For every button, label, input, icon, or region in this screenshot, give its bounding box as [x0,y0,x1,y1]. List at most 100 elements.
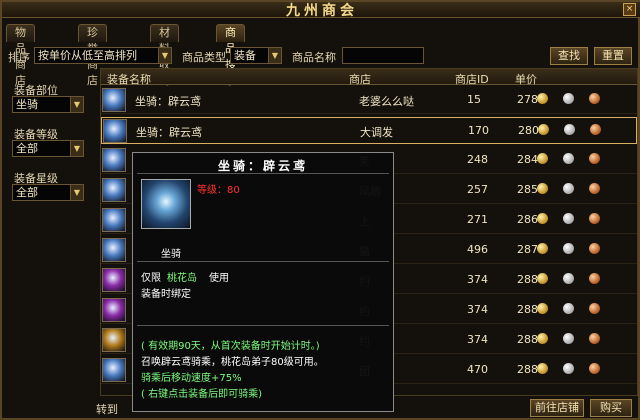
footer-bar: 转到 前往店铺 购买 [8,398,636,418]
item-icon [102,298,126,322]
window-title: 九州商会 [286,3,358,19]
item-icon [102,148,126,172]
type-select[interactable]: 装备 ▼ [230,47,282,64]
tooltip-restrict-suffix: 使用 [209,273,229,284]
tooltip-bind: 装备时绑定 [141,289,191,300]
chevron-down-icon: ▼ [70,141,83,156]
silver-coin-icon [564,124,575,135]
price-gold: 278 [517,93,538,106]
tooltip-speed: 骑乘后移动速度+75% [141,373,242,384]
tab-material-buy[interactable]: 材料收购 [150,24,179,87]
sort-select[interactable]: 按单价从低至高排列 ▼ [34,47,172,64]
copper-coin-icon [589,303,600,314]
close-button[interactable]: × [623,3,636,16]
copper-coin-icon [589,243,600,254]
item-tooltip: 坐骑：辟云鸢 等级：80 坐骑 仅限 桃花岛 使用 装备时绑定 ( 有效期90天… [132,152,394,412]
search-toolbar: 排序 按单价从低至高排列 ▼ 商品类型 装备 ▼ 商品名称 查找 重置 [6,45,638,67]
price-gold: 284 [517,153,538,166]
shop-id: 257 [467,183,488,196]
level-select[interactable]: 全部 ▼ [12,140,84,157]
search-button[interactable]: 查找 [550,47,588,65]
shop-id: 374 [467,273,488,286]
name-label: 商品名称 [292,51,336,64]
tab-treasure-shop[interactable]: 珍誉商店 [78,24,107,87]
item-icon [102,208,126,232]
gold-coin-icon [537,243,548,254]
table-row[interactable]: 坐骑：辟云鸢 老婆么么哒 15 278 [101,87,637,114]
item-icon [102,88,126,112]
shop-id: 496 [467,243,488,256]
copper-coin-icon [589,183,600,194]
gold-coin-icon [537,363,548,374]
chevron-down-icon: ▼ [158,48,171,63]
slot-select[interactable]: 坐骑 ▼ [12,96,84,113]
tooltip-divider [137,325,389,326]
copper-coin-icon [589,213,600,224]
copper-coin-icon [589,363,600,374]
gold-coin-icon [537,213,548,224]
price-gold: 287 [517,243,538,256]
star-select[interactable]: 全部 ▼ [12,184,84,201]
copper-coin-icon [589,273,600,284]
price-gold: 288 [517,333,538,346]
table-row[interactable]: 坐骑：辟云鸢 大调发 170 280 [101,117,637,144]
shop-name: 老婆么么哒 [359,95,414,108]
level-value: 全部 [16,142,38,155]
sort-label: 排序 [8,51,30,64]
sort-value: 按单价从低至高排列 [38,49,137,62]
silver-coin-icon [563,153,574,164]
silver-coin-icon [563,243,574,254]
reset-button[interactable]: 重置 [594,47,632,65]
chevron-down-icon: ▼ [70,97,83,112]
type-value: 装备 [234,49,256,62]
gold-coin-icon [538,124,549,135]
col-name-header: 装备名称 [107,73,151,86]
gold-coin-icon [537,93,548,104]
gold-coin-icon [537,303,548,314]
price-gold: 288 [517,303,538,316]
gold-coin-icon [537,333,548,344]
shop-id: 15 [467,93,481,106]
item-icon [102,238,126,262]
tooltip-validity: ( 有效期90天，从首次装备时开始计时。) [141,341,320,352]
tooltip-type: 坐骑 [161,249,181,260]
goto-label: 转到 [96,403,118,416]
tooltip-level: 等级：80 [197,185,240,196]
price-gold: 288 [517,363,538,376]
copper-coin-icon [589,333,600,344]
price-gold: 288 [517,273,538,286]
item-icon [102,268,126,292]
shop-id: 271 [467,213,488,226]
shop-id: 170 [468,124,489,137]
name-input[interactable] [342,47,424,64]
table-header: 装备名称 商店 商店ID 单价 [101,69,637,86]
col-shop-header: 商店 [349,73,371,86]
silver-coin-icon [563,363,574,374]
col-price-header: 单价 [515,73,537,86]
item-icon [102,328,126,352]
price-gold: 280 [518,124,539,137]
tooltip-restrict-prefix: 仅限 [141,273,161,284]
col-shopid-header: 商店ID [455,73,489,86]
tooltip-divider [137,173,389,174]
item-icon [102,358,126,382]
silver-coin-icon [563,93,574,104]
silver-coin-icon [563,273,574,284]
shop-id: 248 [467,153,488,166]
mount-icon [141,179,191,229]
copper-coin-icon [589,153,600,164]
gold-coin-icon [537,273,548,284]
item-icon [103,119,127,143]
shop-window: 九州商会 × 物品商店 珍誉商店 材料收购 商品搜索 排序 按单价从低至高排列 … [0,0,640,420]
buy-button[interactable]: 购买 [590,399,632,417]
star-value: 全部 [16,186,38,199]
tooltip-restrict-faction: 桃花岛 [167,273,197,284]
goto-shop-button[interactable]: 前往店铺 [530,399,584,417]
shop-id: 374 [467,333,488,346]
tab-item-shop[interactable]: 物品商店 [6,24,35,87]
title-bar: 九州商会 × [2,2,640,19]
tooltip-summon: 召唤辟云鸢骑乘，桃花岛弟子80级可用。 [141,357,324,368]
tab-goods-search[interactable]: 商品搜索 [216,24,245,87]
tooltip-divider [137,261,389,262]
item-icon [102,178,126,202]
